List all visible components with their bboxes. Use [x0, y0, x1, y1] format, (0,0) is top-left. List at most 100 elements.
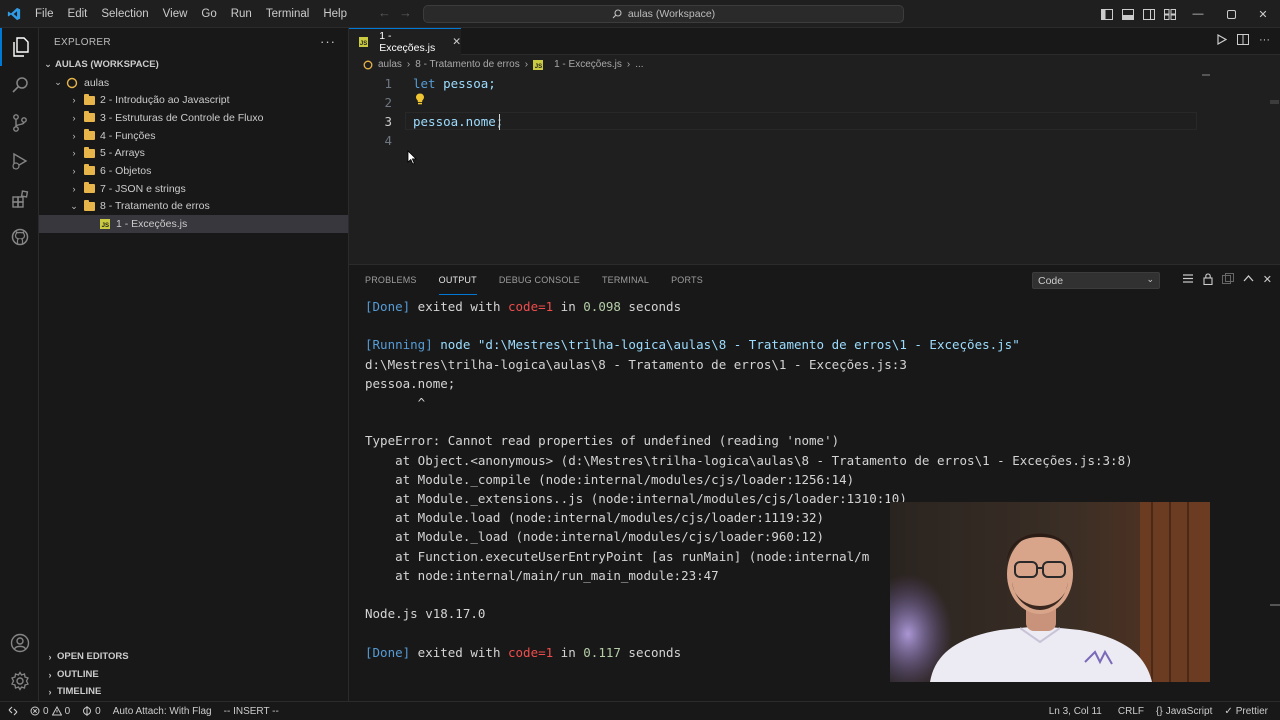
back-arrow-icon[interactable]: ←: [378, 5, 391, 20]
tree-folder-row[interactable]: › 7 - JSON e strings: [39, 180, 348, 198]
run-and-debug-icon[interactable]: [0, 142, 39, 180]
close-tab-icon[interactable]: ✕: [452, 36, 461, 48]
lock-icon[interactable]: [1203, 273, 1213, 288]
end-of-line[interactable]: CRLF: [1112, 706, 1150, 717]
prettier-label: Prettier: [1235, 706, 1268, 717]
output-stack-line: at Object.<anonymous> (d:\Mestres\trilha…: [365, 452, 1133, 468]
workspace-section-header[interactable]: ⌄ AULAS (WORKSPACE): [39, 56, 348, 74]
breadcrumb-separator: ›: [626, 59, 631, 70]
toggle-secondary-sidebar-icon[interactable]: [1138, 0, 1159, 28]
command-center-label: aulas (Workspace): [627, 8, 716, 20]
menu-help[interactable]: Help: [316, 0, 354, 28]
search-icon: [612, 9, 622, 19]
source-control-icon[interactable]: [0, 104, 39, 142]
tree-folder-row[interactable]: › 2 - Introdução ao Javascript: [39, 91, 348, 109]
menu-view[interactable]: View: [156, 0, 195, 28]
chevron-right-icon: ›: [72, 165, 76, 176]
menu-selection[interactable]: Selection: [94, 0, 155, 28]
github-icon[interactable]: [0, 218, 39, 256]
breadcrumb-separator: ›: [406, 59, 411, 70]
explorer-icon[interactable]: [0, 28, 39, 66]
output-text-segment: in: [553, 644, 584, 660]
tree-folder-row[interactable]: › 3 - Estruturas de Controle de Fluxo: [39, 109, 348, 127]
forward-arrow-icon[interactable]: →: [399, 5, 412, 20]
tab-problems[interactable]: PROBLEMS: [365, 265, 417, 295]
code-text: pessoa;: [435, 76, 496, 91]
tab-ports[interactable]: PORTS: [671, 265, 703, 295]
accounts-icon[interactable]: [0, 624, 39, 662]
panel-actions: ✕: [1182, 273, 1272, 288]
tab-output[interactable]: OUTPUT: [438, 265, 477, 295]
tree-folder-label: 3 - Estruturas de Controle de Fluxo: [100, 111, 264, 124]
warning-icon: [51, 706, 62, 716]
menu-run[interactable]: Run: [224, 0, 259, 28]
run-code-icon[interactable]: [1217, 33, 1228, 48]
restore-icon[interactable]: [1216, 0, 1246, 28]
extensions-icon[interactable]: [0, 180, 39, 218]
menu-file[interactable]: File: [28, 0, 61, 28]
tree-file-row[interactable]: JS 1 - Exceções.js: [39, 215, 348, 233]
tab-terminal[interactable]: TERMINAL: [602, 265, 649, 295]
chevron-down-icon: ⌄: [1146, 274, 1154, 284]
outline-section[interactable]: › OUTLINE: [39, 666, 349, 683]
remote-indicator-icon[interactable]: [0, 706, 24, 716]
more-actions-icon[interactable]: ···: [1259, 34, 1270, 48]
clear-output-icon[interactable]: [1182, 273, 1194, 288]
menu-edit[interactable]: Edit: [61, 0, 95, 28]
breadcrumb-item[interactable]: ...: [635, 59, 643, 70]
lightbulb-icon[interactable]: [415, 93, 425, 108]
cursor-position[interactable]: Ln 3, Col 11: [1039, 706, 1112, 717]
workspace-label: AULAS (WORKSPACE): [55, 59, 159, 71]
tab-debug-console[interactable]: DEBUG CONSOLE: [499, 265, 580, 295]
output-channel-select[interactable]: Code ⌄: [1032, 272, 1160, 289]
command-center-search[interactable]: aulas (Workspace): [423, 5, 904, 23]
output-exit-code: code=1: [508, 644, 554, 660]
tree-folder-row[interactable]: › 4 - Funções: [39, 127, 348, 145]
minimize-icon[interactable]: —: [1180, 0, 1216, 28]
customize-layout-icon[interactable]: [1159, 0, 1180, 28]
title-bar: File Edit Selection View Go Run Terminal…: [0, 0, 1280, 28]
tree-folder-row[interactable]: › 5 - Arrays: [39, 144, 348, 162]
split-editor-icon[interactable]: [1237, 34, 1249, 48]
breadcrumb-item[interactable]: 1 - Exceções.js: [554, 59, 622, 70]
toggle-panel-icon[interactable]: [1117, 0, 1138, 28]
status-bar: 0 0 0 Auto Attach: With Flag -- INSERT -…: [0, 701, 1280, 720]
language-mode[interactable]: {} JavaScript: [1150, 706, 1218, 717]
close-window-icon[interactable]: ✕: [1246, 0, 1280, 28]
output-text-segment: seconds: [620, 644, 682, 660]
chevron-right-icon: ›: [72, 95, 76, 106]
breadcrumb-item[interactable]: aulas: [378, 59, 402, 70]
panel-scrollbar[interactable]: [1270, 604, 1280, 606]
chevron-right-icon: ›: [72, 148, 76, 159]
tree-folder-row[interactable]: ⌄ 8 - Tratamento de erros: [39, 198, 348, 216]
editor-tab-active[interactable]: JS 1 - Exceções.js ✕: [349, 28, 461, 55]
output-stack-line: at Module._compile (node:internal/module…: [365, 471, 855, 487]
timeline-section[interactable]: › TIMELINE: [39, 683, 349, 700]
breadcrumb-item[interactable]: 8 - Tratamento de erros: [415, 59, 520, 70]
open-in-editor-icon[interactable]: [1221, 273, 1234, 288]
auto-attach-status[interactable]: Auto Attach: With Flag: [107, 706, 218, 717]
tab-label: 1 - Exceções.js: [379, 30, 436, 54]
output-line-done: [Done] exited with code=1 in 0.098 secon…: [365, 297, 1133, 316]
menu-go[interactable]: Go: [194, 0, 223, 28]
search-icon[interactable]: [0, 66, 39, 104]
open-editors-section[interactable]: › OPEN EDITORS: [39, 648, 349, 665]
prettier-status[interactable]: ✓ Prettier: [1218, 706, 1274, 717]
ports-status[interactable]: 0: [76, 706, 107, 717]
close-panel-icon[interactable]: ✕: [1263, 273, 1272, 288]
problems-status[interactable]: 0 0: [24, 706, 76, 717]
more-actions-icon[interactable]: ···: [320, 34, 336, 49]
toggle-primary-sidebar-icon[interactable]: [1096, 0, 1117, 28]
output-line-caret: ^: [365, 395, 426, 410]
javascript-file-icon: JS: [100, 219, 110, 230]
minimap-slider[interactable]: [1270, 100, 1279, 104]
tree-folder-row[interactable]: › 6 - Objetos: [39, 162, 348, 180]
manage-gear-icon[interactable]: [0, 662, 39, 700]
code-editor[interactable]: 1 2 3 4 let pessoa; pessoa.nome;: [349, 74, 1280, 264]
tree-folder-label: 6 - Objetos: [100, 164, 152, 177]
menu-terminal[interactable]: Terminal: [259, 0, 316, 28]
folder-icon: [84, 164, 95, 176]
line-number: 3: [384, 114, 392, 129]
maximize-panel-icon[interactable]: [1243, 273, 1254, 288]
root-folder-aulas[interactable]: ⌄ aulas: [39, 74, 348, 92]
